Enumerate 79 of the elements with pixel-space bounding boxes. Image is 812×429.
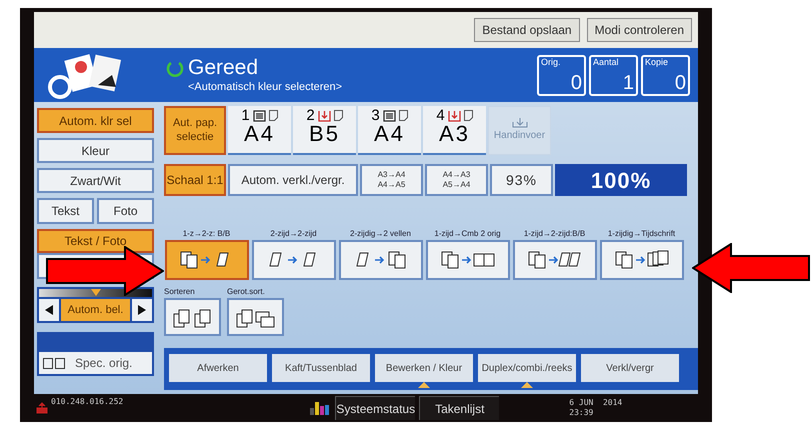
scale-button[interactable]: 93% (490, 164, 553, 196)
function-tab[interactable]: Kaft/Tussenblad (272, 354, 370, 382)
status-bar-button[interactable]: Takenlijst (419, 396, 500, 420)
auto-density-button[interactable]: Autom. bel. (61, 299, 130, 321)
paper-tray-button[interactable]: 4 A3 (423, 106, 486, 155)
counter-value: 1 (622, 72, 634, 92)
scale-preset-button[interactable]: A4→A3 A5→A4 (425, 164, 488, 196)
duplex-mode-button[interactable] (600, 240, 684, 280)
paper-sheet-icon (398, 110, 408, 121)
duplex-label: 1-zijdig→Tijdschrift (608, 230, 676, 238)
counter-label: Kopie (645, 58, 670, 66)
paper-sheet-icon (464, 110, 473, 121)
tray-icon (382, 110, 396, 122)
toner-levels-icon (309, 400, 332, 416)
special-original-label: Spec. orig. (75, 355, 132, 372)
lighter-button[interactable] (39, 299, 59, 321)
tray-number: 2 (306, 108, 315, 123)
header-button[interactable]: Bestand opslaan (474, 18, 580, 42)
scale-button[interactable]: Schaal 1:1 (164, 164, 226, 196)
duplex-mode-button[interactable] (164, 240, 248, 280)
original-type-button[interactable]: Tekst / Foto (37, 229, 154, 253)
tray-arrow-icon (318, 110, 331, 122)
ratio-display: 100% (555, 164, 687, 196)
tray-number: 4 (436, 108, 445, 123)
scale-button[interactable]: Autom. verkl./vergr. (228, 164, 358, 196)
original-type-button[interactable]: Foto (97, 198, 154, 224)
sort-button[interactable] (227, 298, 284, 336)
sort-label: Gerot.sort. (227, 288, 266, 296)
paper-tray-button[interactable]: 3 A4 (358, 106, 421, 155)
auto-paper-button[interactable]: Aut. pap. selectie (164, 106, 226, 155)
time-text: 23:39 (569, 408, 594, 418)
tray-icon (252, 110, 266, 122)
color-mode-button[interactable]: Autom. klr sel (37, 108, 154, 133)
counter-label: Orig. (541, 58, 562, 66)
paper-size: A3 (439, 123, 470, 145)
paper-tray-button[interactable]: 1 A4 (228, 106, 291, 155)
status-bar-button[interactable]: Systeemstatus (335, 396, 416, 420)
original-type-button[interactable]: Tekst (37, 198, 94, 224)
status-title: Gereed (188, 57, 260, 78)
sort-button[interactable] (164, 298, 221, 336)
sort-label: Sorteren (164, 288, 196, 296)
function-tab[interactable]: Duplex/combi./reeks (478, 354, 576, 382)
paper-size: A4 (244, 123, 275, 145)
darker-button[interactable] (132, 299, 152, 321)
status-message: <Automatisch kleur selecteren> (188, 82, 342, 93)
color-mode-button[interactable]: Kleur (37, 138, 154, 163)
duplex-label: 1-z→2-z: B/B (182, 230, 230, 238)
paper-tray-button[interactable]: 2 B5 (293, 106, 356, 155)
duplex-mode-button[interactable] (252, 240, 336, 280)
color-mode-button[interactable]: Zwart/Wit (37, 168, 154, 193)
header-button[interactable]: Modi controleren (586, 18, 692, 42)
duplex-mode-button[interactable] (338, 240, 422, 280)
ip-address: 010.248.016.252 (51, 396, 124, 408)
tray-arrow-icon (448, 110, 461, 122)
right-triangle-icon (138, 305, 146, 315)
date-text: 6 JUN 2014 (569, 398, 622, 408)
counter-label: Aantal (593, 58, 620, 66)
paper-size: B5 (309, 123, 340, 145)
counter-value: 0 (570, 72, 582, 92)
special-original-button[interactable]: Spec. orig. (37, 332, 154, 376)
tray-number: 1 (241, 108, 250, 123)
function-tab[interactable]: Verkl/vergr (581, 354, 679, 382)
paper-sheet-icon (268, 110, 278, 121)
paper-size: A4 (374, 123, 405, 145)
duplex-label: 1-zijd→Cmb 2 orig (434, 230, 501, 238)
bypass-tray-icon (512, 118, 528, 128)
function-tab[interactable]: Afwerken (169, 354, 267, 382)
duplex-label: 1-zijd→2-zijd:B/B (524, 230, 586, 238)
paper-sheet-icon (334, 110, 343, 121)
duplex-mode-button[interactable] (512, 240, 596, 280)
left-triangle-icon (45, 305, 53, 315)
duplex-label: 2-zijd→2-zijd (270, 230, 317, 238)
duplex-mode-button[interactable] (426, 240, 510, 280)
function-tab[interactable]: Bewerken / Kleur (375, 354, 473, 382)
ready-ring-icon (166, 60, 184, 78)
scale-preset-button[interactable]: A3→A4 A4→A5 (360, 164, 423, 196)
counter-value: 0 (674, 72, 686, 92)
duplex-label: 2-zijdig→2 vellen (350, 230, 411, 238)
tray-number: 3 (371, 108, 380, 123)
